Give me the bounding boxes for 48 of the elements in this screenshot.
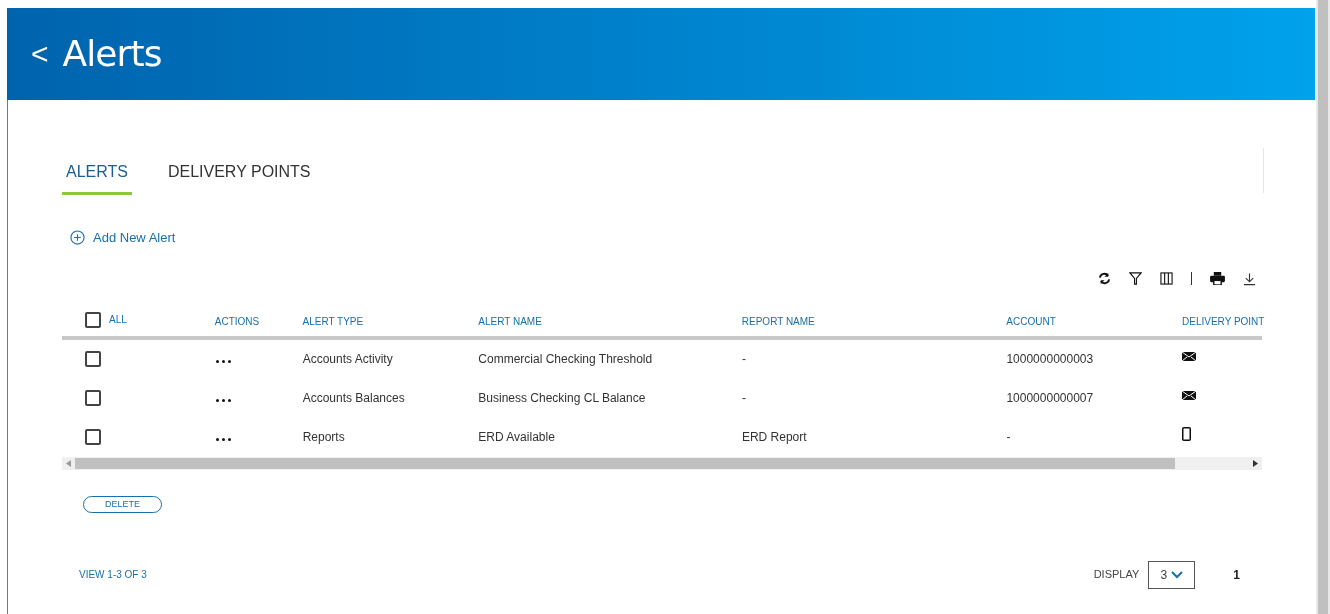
page-number[interactable]: 1 — [1233, 565, 1240, 584]
print-icon[interactable] — [1210, 272, 1225, 285]
page-title: Alerts — [62, 32, 162, 76]
column-header[interactable]: ALERT TYPE — [302, 315, 364, 327]
table-cell: Reports — [302, 430, 345, 444]
checkbox[interactable] — [85, 429, 101, 445]
checkbox[interactable] — [85, 390, 101, 406]
scroll-right-icon[interactable] — [1253, 459, 1258, 467]
download-icon[interactable] — [1243, 271, 1256, 286]
table-cell: 1000000000003 — [1006, 352, 1094, 366]
add-alert-link[interactable]: Add New Alert — [70, 228, 176, 248]
column-header[interactable]: ACTIONS — [214, 315, 260, 327]
envelope-icon — [1182, 351, 1197, 361]
more-actions-icon[interactable] — [215, 438, 231, 441]
column-header[interactable]: ACCOUNT — [1006, 315, 1056, 327]
display-label: DISPLAY — [1093, 567, 1140, 583]
table-cell: - — [1006, 430, 1011, 444]
refresh-icon[interactable] — [1098, 272, 1111, 285]
table-cell: - — [741, 352, 746, 366]
page-size-select[interactable]: 3 — [1148, 560, 1196, 589]
table-cell: Business Checking CL Balance — [478, 391, 646, 405]
results-count: VIEW 1-3 OF 3 — [79, 568, 148, 582]
table-cell: 1000000000007 — [1006, 391, 1094, 405]
column-header[interactable]: DELIVERY POINT — [1182, 315, 1265, 327]
table-cell: Commercial Checking Threshold — [478, 352, 653, 366]
checkbox[interactable] — [85, 311, 101, 328]
column-header: ALL — [109, 313, 127, 327]
more-actions-icon[interactable] — [215, 360, 231, 363]
chevron-down-icon — [1171, 570, 1184, 579]
checkbox[interactable] — [85, 351, 101, 367]
plus-circle-icon — [70, 230, 85, 246]
tab[interactable]: ALERTS — [62, 148, 132, 195]
column-header[interactable]: ALERT NAME — [478, 315, 542, 327]
table-cell: Accounts Activity — [302, 352, 393, 366]
column-header[interactable]: REPORT NAME — [741, 315, 815, 327]
columns-icon[interactable] — [1160, 272, 1173, 285]
phone-icon — [1182, 427, 1192, 441]
table-cell: Accounts Balances — [302, 391, 405, 405]
filter-icon[interactable] — [1129, 272, 1142, 285]
envelope-icon — [1182, 390, 1197, 400]
vertical-scrollbar[interactable] — [1316, 0, 1330, 614]
horizontal-scrollbar[interactable] — [62, 456, 1262, 470]
table-cell: ERD Available — [478, 430, 555, 444]
table-cell: - — [741, 391, 746, 405]
back-button[interactable]: < — [31, 39, 49, 69]
tab[interactable]: DELIVERY POINTS — [163, 148, 315, 195]
table-cell: ERD Report — [741, 430, 807, 444]
more-actions-icon[interactable] — [215, 399, 231, 402]
